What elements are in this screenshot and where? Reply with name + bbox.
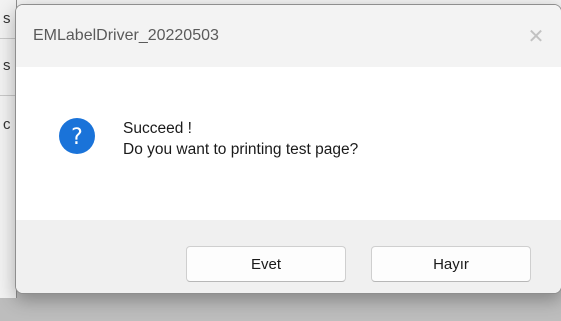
- background-divider: [0, 38, 16, 39]
- message-line-1: Succeed !: [123, 120, 192, 137]
- background-divider: [0, 95, 16, 96]
- no-button[interactable]: Hayır: [371, 246, 531, 282]
- background-text-fragment: c: [3, 116, 11, 133]
- question-icon: ?: [58, 117, 96, 155]
- background-text-fragment: s: [3, 57, 11, 74]
- yes-button[interactable]: Evet: [186, 246, 346, 282]
- dialog-footer: Evet Hayır: [16, 220, 561, 293]
- close-button[interactable]: ✕: [521, 21, 551, 51]
- svg-text:?: ?: [71, 125, 83, 150]
- message-dialog: EMLabelDriver_20220503 ✕ ? Succeed ! Do …: [15, 4, 561, 294]
- message-line-2: Do you want to printing test page?: [123, 141, 359, 158]
- background-text-fragment: s: [3, 10, 11, 27]
- dialog-message: Succeed ! Do you want to printing test p…: [123, 118, 358, 160]
- dialog-titlebar[interactable]: EMLabelDriver_20220503 ✕: [16, 5, 561, 67]
- dialog-content: ? Succeed ! Do you want to printing test…: [16, 67, 561, 220]
- dialog-title: EMLabelDriver_20220503: [33, 27, 219, 44]
- close-icon: ✕: [527, 25, 545, 48]
